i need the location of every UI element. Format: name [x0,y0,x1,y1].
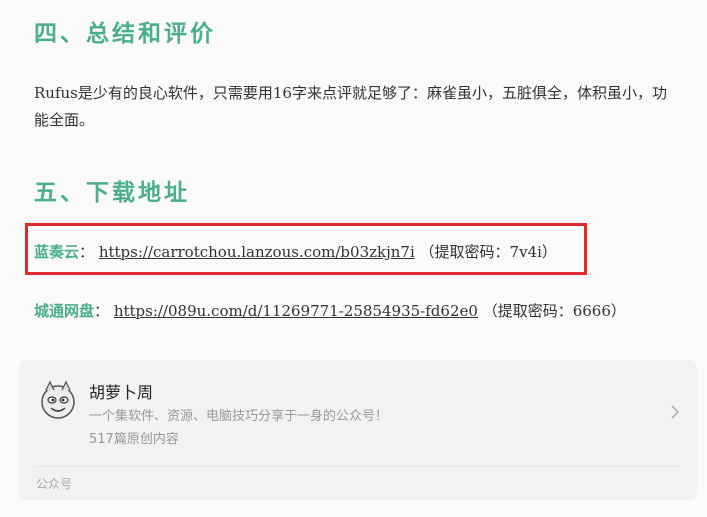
download-link[interactable]: https://carrotchou.lanzous.com/b03zkjn7i [99,243,415,261]
download-row-089u: 城通网盘： https://089u.com/d/11269771-258549… [34,300,626,321]
download-password: （提取密码：6666） [482,302,626,320]
download-colon: ： [79,243,95,261]
section-heading-download: 五、下载地址 [34,179,190,206]
avatar-icon [41,380,75,419]
download-row-lanzou: 蓝奏云： https://carrotchou.lanzous.com/b03z… [34,241,557,262]
download-link[interactable]: https://089u.com/d/11269771-25854935-fd6… [114,302,478,320]
account-name: 胡萝卜周 [89,383,154,402]
account-card[interactable]: 胡萝卜周 一个集软件、资源、电脑技巧分享于一身的公众号！ 517篇原创内容 公众… [19,360,697,500]
download-password: （提取密码：7v4i） [419,243,557,261]
card-divider [36,466,680,467]
download-source-name: 城通网盘 [34,302,95,320]
account-type-label: 公众号 [36,477,73,491]
account-article-count: 517篇原创内容 [89,432,179,447]
account-description: 一个集软件、资源、电脑技巧分享于一身的公众号！ [89,409,389,424]
section-heading-summary: 四、总结和评价 [34,20,216,47]
summary-paragraph: Rufus是少有的良心软件，只需要用16字来点评就足够了：麻雀虽小，五脏俱全，体… [34,84,667,129]
download-source-name: 蓝奏云 [34,243,80,261]
download-colon: ： [94,302,110,320]
chevron-right-icon[interactable] [669,404,681,420]
